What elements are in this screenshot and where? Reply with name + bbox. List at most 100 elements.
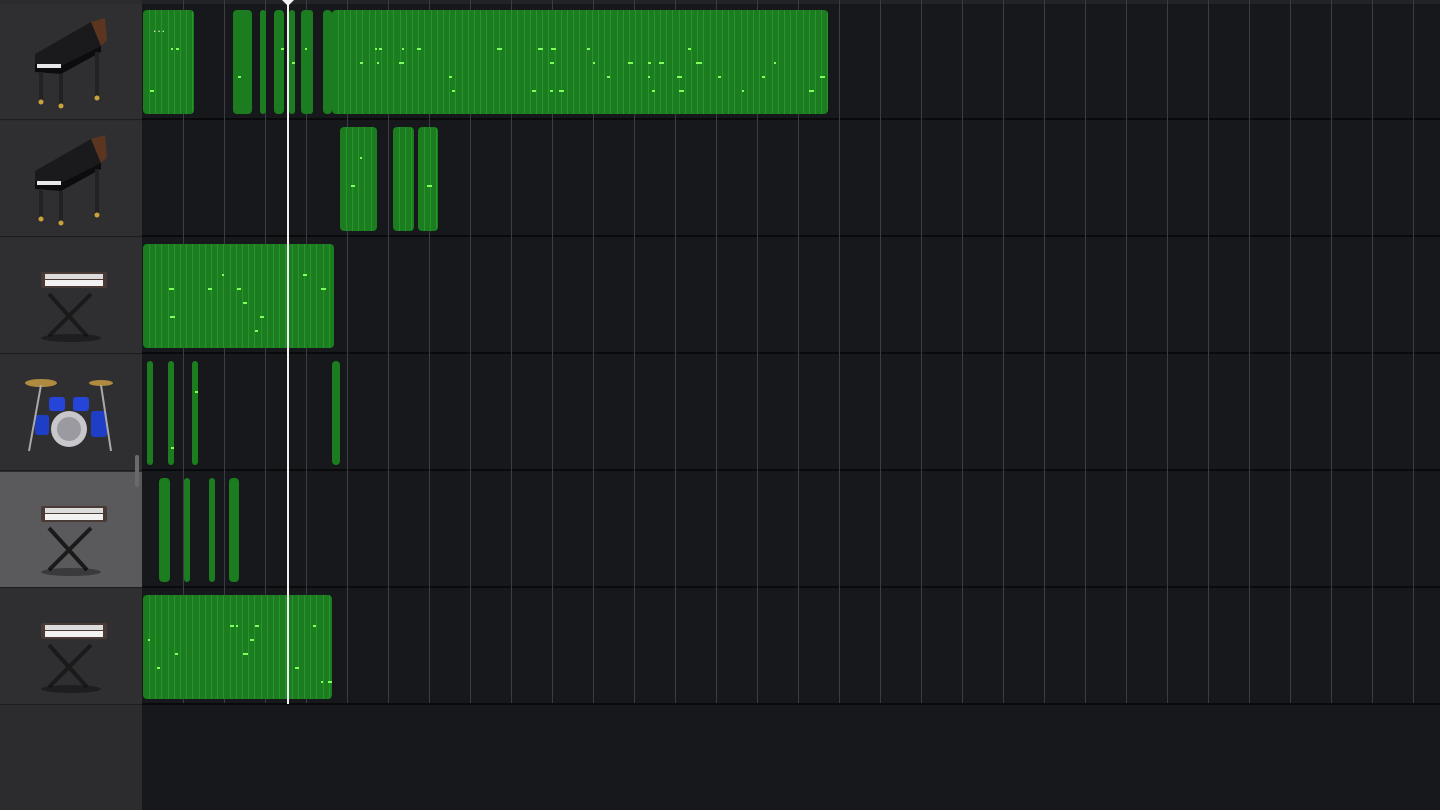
bar-grid-line: [880, 0, 881, 703]
midi-note: [222, 274, 225, 276]
midi-region[interactable]: [259, 10, 267, 114]
track-lane-2[interactable]: [142, 121, 1440, 237]
track-header-column: [0, 0, 142, 810]
synth-keyboard-icon: [41, 272, 107, 342]
track-header-6[interactable]: [0, 589, 142, 705]
midi-region[interactable]: [143, 244, 334, 348]
midi-note: [254, 625, 259, 627]
midi-note: [157, 667, 161, 669]
midi-note: [628, 62, 634, 64]
midi-region[interactable]: [192, 361, 199, 465]
midi-note: [679, 90, 685, 92]
midi-region[interactable]: [331, 10, 828, 114]
track-header-5[interactable]: [0, 472, 142, 588]
grand-piano-icon: [35, 135, 107, 226]
bar-grid-line: [921, 0, 922, 703]
midi-note: [427, 185, 433, 187]
midi-note: [688, 48, 692, 50]
midi-note: [417, 48, 422, 50]
midi-region[interactable]: ...: [143, 10, 195, 114]
midi-note: [741, 90, 744, 92]
midi-note: [648, 76, 651, 78]
midi-note: [718, 76, 722, 78]
midi-note: [531, 90, 536, 92]
midi-region[interactable]: [229, 478, 240, 582]
midi-note: [303, 274, 308, 276]
midi-note: [549, 90, 553, 92]
midi-note: [327, 681, 332, 683]
midi-region[interactable]: [274, 10, 285, 114]
midi-note: [696, 62, 702, 64]
midi-note: [448, 76, 452, 78]
midi-note: [321, 288, 327, 290]
midi-note: [550, 62, 555, 64]
midi-note: [401, 48, 404, 50]
track-lane-6[interactable]: [142, 589, 1440, 705]
midi-note: [537, 48, 543, 50]
midi-note: [550, 48, 556, 50]
midi-region[interactable]: [417, 127, 439, 231]
bar-grid-line: [1413, 0, 1414, 703]
bar-grid-line: [1290, 0, 1291, 703]
midi-note: [651, 90, 655, 92]
midi-note: [312, 625, 316, 627]
midi-note: [773, 62, 776, 64]
bar-grid-line: [1208, 0, 1209, 703]
midi-region[interactable]: [143, 595, 332, 699]
midi-region[interactable]: [323, 10, 332, 114]
midi-note: [235, 625, 238, 627]
midi-note: [375, 48, 378, 50]
track-lane-3[interactable]: [142, 238, 1440, 354]
midi-region[interactable]: [288, 10, 295, 114]
midi-note: [281, 48, 285, 50]
tracks-area[interactable]: ...: [142, 0, 1440, 810]
track-header-2[interactable]: [0, 121, 142, 237]
track-header-3[interactable]: [0, 238, 142, 354]
region-label: ...: [153, 21, 167, 35]
midi-region[interactable]: [167, 361, 174, 465]
midi-note: [559, 90, 565, 92]
midi-note: [243, 302, 248, 304]
bar-grid-line: [962, 0, 963, 703]
midi-note: [451, 90, 455, 92]
midi-region[interactable]: [159, 478, 170, 582]
track-header-1[interactable]: [0, 4, 142, 120]
bar-grid-line: [1372, 0, 1373, 703]
midi-note: [593, 62, 596, 64]
midi-note: [647, 62, 651, 64]
midi-region[interactable]: [147, 361, 154, 465]
midi-note: [399, 62, 405, 64]
midi-region[interactable]: [208, 478, 215, 582]
midi-region[interactable]: [307, 10, 314, 114]
midi-note: [174, 653, 178, 655]
midi-note: [171, 48, 174, 50]
midi-note: [606, 76, 610, 78]
midi-note: [809, 90, 815, 92]
playhead[interactable]: [287, 0, 289, 704]
synth-keyboard-icon: [41, 506, 107, 576]
midi-note: [321, 681, 324, 683]
midi-note: [294, 667, 299, 669]
midi-note: [149, 90, 154, 92]
bar-grid-line: [1085, 0, 1086, 703]
midi-region[interactable]: [339, 127, 377, 231]
track-list-scroll-handle[interactable]: [135, 455, 139, 487]
track-header-4[interactable]: [0, 355, 142, 471]
midi-region[interactable]: [233, 10, 252, 114]
bar-grid-line: [1249, 0, 1250, 703]
bar-grid-line: [1044, 0, 1045, 703]
bar-grid-line: [1003, 0, 1004, 703]
midi-note: [360, 157, 363, 159]
midi-region[interactable]: [331, 361, 340, 465]
midi-region[interactable]: [393, 127, 414, 231]
midi-region[interactable]: [184, 478, 191, 582]
midi-note: [360, 62, 364, 64]
track-lane-5[interactable]: [142, 472, 1440, 588]
midi-note: [762, 76, 766, 78]
midi-note: [207, 288, 212, 290]
midi-note: [195, 391, 199, 393]
midi-note: [820, 76, 823, 78]
bar-grid-line: [839, 0, 840, 703]
midi-note: [229, 625, 234, 627]
grand-piano-icon: [35, 18, 107, 109]
